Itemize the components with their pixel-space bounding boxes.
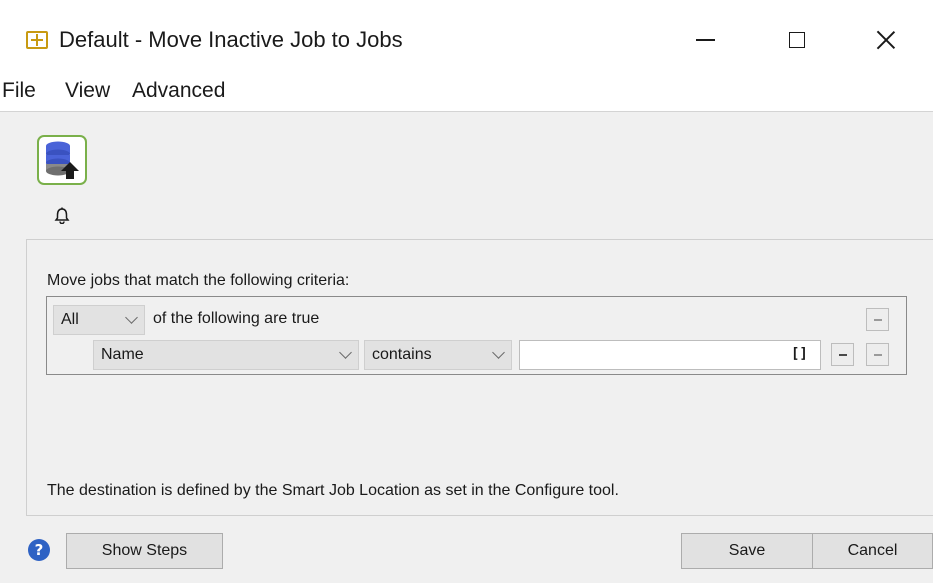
minimize-icon	[695, 39, 715, 41]
help-icon[interactable]: ?	[28, 539, 50, 561]
cancel-button[interactable]: Cancel	[812, 533, 933, 569]
show-steps-button[interactable]: Show Steps	[66, 533, 223, 569]
variable-picker-icon[interactable]: []	[791, 344, 808, 364]
window-title: Default - Move Inactive Job to Jobs	[59, 27, 403, 52]
operator-value: contains	[372, 346, 432, 363]
match-mode-select[interactable]: All	[53, 305, 145, 335]
match-mode-value: All	[61, 311, 79, 328]
chevron-down-icon	[492, 346, 505, 359]
maximize-icon	[789, 32, 805, 48]
bell-icon[interactable]	[54, 207, 70, 224]
database-upload-icon[interactable]	[37, 135, 87, 185]
chevron-down-icon	[339, 346, 352, 359]
operator-select[interactable]: contains	[364, 340, 512, 370]
title-bar: Default - Move Inactive Job to Jobs	[0, 0, 933, 80]
criteria-value-input[interactable]	[519, 340, 821, 370]
field-select[interactable]: Name	[93, 340, 359, 370]
menu-file[interactable]: File	[2, 80, 36, 102]
close-button[interactable]	[856, 14, 916, 66]
field-value: Name	[101, 346, 144, 363]
criteria-heading: Move jobs that match the following crite…	[47, 272, 350, 289]
remove-group-button[interactable]	[866, 308, 889, 331]
minimize-button[interactable]	[675, 14, 735, 66]
menu-view[interactable]: View	[65, 80, 110, 102]
remove-row-button[interactable]	[831, 343, 854, 366]
destination-note: The destination is defined by the Smart …	[47, 482, 619, 499]
chevron-down-icon	[125, 311, 138, 324]
remove-subgroup-button[interactable]	[866, 343, 889, 366]
match-mode-suffix: of the following are true	[153, 310, 320, 327]
app-icon	[26, 31, 48, 49]
menu-bar: File View Advanced	[0, 80, 933, 112]
menu-advanced[interactable]: Advanced	[132, 80, 225, 102]
maximize-button[interactable]	[767, 14, 827, 66]
close-icon	[876, 30, 896, 50]
save-button[interactable]: Save	[681, 533, 813, 569]
